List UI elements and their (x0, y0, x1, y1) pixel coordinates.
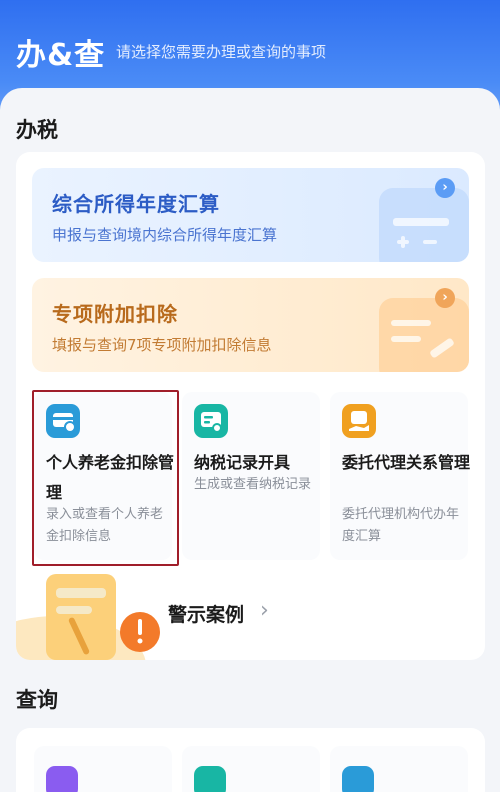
warning-illustration (16, 566, 176, 660)
section-title-tax: 办税 (16, 118, 58, 142)
banner-subtitle: 申报与查询境内综合所得年度汇算 (52, 226, 278, 244)
query-tile-1[interactable] (34, 746, 172, 792)
query-tile-2[interactable] (182, 746, 320, 792)
page-title: 办&查 (16, 38, 106, 73)
tile-description: 委托代理机构代办年度汇算 (342, 507, 460, 544)
highlight-box (32, 390, 179, 566)
service-tile-tax-record[interactable]: 纳税记录开具 生成或查看纳税记录 (182, 392, 320, 560)
chevron-right-icon: › (435, 288, 455, 308)
query-tile-3[interactable] (330, 746, 468, 792)
warning-cases-link[interactable]: 警示案例 (168, 600, 244, 627)
banner-subtitle: 填报与查询7项专项附加扣除信息 (52, 336, 272, 354)
form-pencil-illustration (379, 298, 469, 372)
tile-title: 委托代理关系管理 (342, 453, 471, 472)
tax-record-icon (194, 404, 228, 438)
tile-description: 生成或查看纳税记录 (194, 477, 312, 492)
agency-icon (342, 404, 376, 438)
calculator-illustration (379, 188, 469, 262)
service-tile-agency[interactable]: 委托代理关系管理 委托代理机构代办年度汇算 (330, 392, 470, 560)
page-subtitle: 请选择您需要办理或查询的事项 (116, 43, 327, 61)
query-icon-purple (46, 766, 78, 792)
banner-title: 专项附加扣除 (52, 302, 178, 326)
special-deduction-banner[interactable]: 专项附加扣除 填报与查询7项专项附加扣除信息 › (32, 278, 469, 372)
annual-settlement-banner[interactable]: 综合所得年度汇算 申报与查询境内综合所得年度汇算 › (32, 168, 469, 262)
section-title-query: 查询 (16, 688, 58, 712)
chevron-right-icon: › (260, 598, 269, 623)
banner-title: 综合所得年度汇算 (52, 192, 220, 216)
query-icon-blue (342, 766, 374, 792)
chevron-right-icon: › (435, 178, 455, 198)
query-icon-teal (194, 766, 226, 792)
